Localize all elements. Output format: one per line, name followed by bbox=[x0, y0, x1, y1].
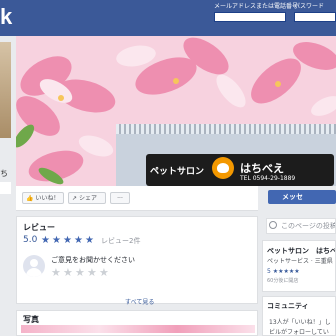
search-icon bbox=[269, 221, 277, 229]
shop-sign-tel: TEL 0594-29-1889 bbox=[240, 175, 296, 182]
like-button-label: いいね！ bbox=[35, 195, 60, 202]
page-category: ペットサービス · 三重県 bbox=[267, 258, 333, 265]
empty-star-icon[interactable]: ★ bbox=[51, 267, 61, 278]
rating-value: 5.0 bbox=[23, 235, 38, 245]
shop-sign-label: ペットサロン bbox=[150, 167, 205, 177]
share-icon: ↗ bbox=[72, 195, 78, 202]
see-all-link[interactable]: すべて見る bbox=[125, 297, 154, 306]
profile-picture[interactable] bbox=[0, 42, 11, 138]
reviews-title: レビュー bbox=[23, 223, 55, 232]
empty-star-icon[interactable]: ★ bbox=[99, 267, 109, 278]
share-button[interactable]: ↗ シェア bbox=[68, 192, 106, 204]
empty-star-icon[interactable]: ★ bbox=[63, 267, 73, 278]
thumbs-up-icon: 👍 bbox=[26, 195, 34, 202]
top-bar: k メールアドレスまたは電話番号 パスワード bbox=[0, 0, 336, 36]
left-column: ち bbox=[0, 36, 12, 336]
password-label: パスワード bbox=[294, 3, 325, 10]
share-button-label: シェア bbox=[78, 195, 97, 202]
message-button-label: メッセ bbox=[282, 193, 303, 201]
community-likes: 13人が「いいね！」し bbox=[269, 319, 331, 326]
message-button[interactable]: メッセ bbox=[268, 190, 336, 204]
left-nav-item[interactable] bbox=[0, 182, 11, 194]
cover-photo[interactable]: ペットサロン はちべえ TEL 0594-29-1889 bbox=[16, 36, 336, 186]
star-icon: ★ bbox=[74, 235, 83, 246]
empty-star-icon[interactable]: ★ bbox=[75, 267, 85, 278]
like-button[interactable]: 👍 いいね！ bbox=[22, 192, 64, 204]
community-card: コミュニティ 13人が「いいね！」し ビルがフォローしてい bbox=[262, 296, 336, 336]
star-icon: ★ bbox=[63, 235, 72, 246]
email-label: メールアドレスまたは電話番号 bbox=[214, 3, 299, 10]
open-status: 60分後に開店 bbox=[267, 278, 299, 284]
community-follows: ビルがフォローしてい bbox=[269, 329, 329, 336]
empty-star-icon[interactable]: ★ bbox=[87, 267, 97, 278]
photo-thumbnails[interactable] bbox=[21, 325, 255, 333]
page-action-bar: 👍 いいね！ ↗ シェア ··· bbox=[16, 186, 258, 211]
photos-title: 写真 bbox=[23, 315, 39, 324]
star-icon: ★ bbox=[85, 235, 94, 246]
shop-sign-name: はちべえ bbox=[240, 162, 284, 175]
avatar bbox=[23, 255, 45, 277]
more-button[interactable]: ··· bbox=[110, 192, 130, 204]
star-icon: ★ bbox=[52, 235, 61, 246]
reviews-card: レビュー 5.0 ★ ★ ★ ★ ★ レビュー2件 ご意見をお聞かせください ★… bbox=[16, 216, 258, 306]
facebook-logo[interactable]: k bbox=[0, 5, 12, 29]
dog-icon bbox=[217, 163, 229, 173]
page-name-fragment: ち bbox=[0, 169, 8, 178]
review-count[interactable]: レビュー2件 bbox=[101, 236, 140, 246]
review-prompt: ご意見をお聞かせください bbox=[51, 256, 135, 264]
password-field[interactable] bbox=[294, 12, 336, 22]
email-field[interactable] bbox=[214, 12, 286, 22]
page-info-card: ペットサロン はちべ ペットサービス · 三重県 5 ★★★★★ 60分後に開店 bbox=[262, 240, 336, 292]
page-rating: 5 ★★★★★ bbox=[267, 268, 300, 275]
star-icon: ★ bbox=[41, 235, 50, 246]
photos-card: 写真 bbox=[16, 310, 258, 336]
shop-roof bbox=[116, 124, 336, 134]
community-title: コミュニティ bbox=[267, 302, 309, 310]
page-name[interactable]: ペットサロン はちべ bbox=[267, 246, 335, 256]
